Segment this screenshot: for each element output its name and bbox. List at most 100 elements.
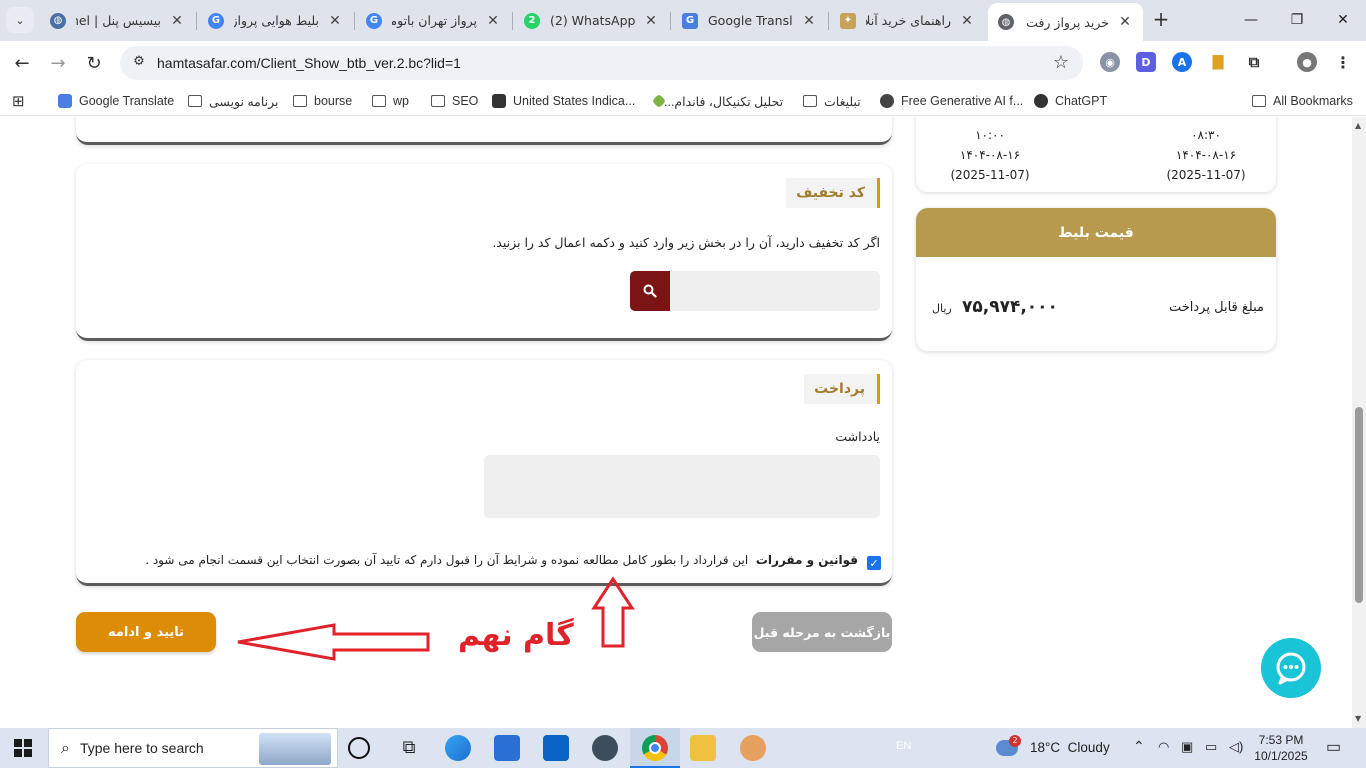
terms-text: این قرارداد را بطور کامل مطالعه نموده و … [145,553,749,567]
back-previous-step-button[interactable]: بازگشت به مرحله قبل [752,612,892,652]
close-icon[interactable]: ✕ [1117,14,1133,30]
search-icon: ⌕ [61,738,70,757]
bookmark-star-icon[interactable]: ☆ [1053,52,1069,73]
up-arrow-annotation-icon [591,576,635,648]
edge-icon[interactable] [445,735,471,761]
departure-info: ۰۸:۳۰ ۱۴۰۴-۰۸-۱۶ (2025-11-07) [1166,125,1246,185]
close-icon[interactable]: ✕ [801,13,817,29]
restore-icon[interactable]: ❐ [1274,0,1320,40]
d-extension-icon[interactable]: D [1136,52,1156,72]
minimize-icon[interactable]: — [1228,0,1274,40]
file-explorer-icon[interactable] [690,735,716,761]
notification-icon[interactable]: ▭ [1326,737,1341,757]
discount-code-input[interactable] [670,271,880,311]
terms-checkbox[interactable]: ✓ [867,556,881,570]
tab-title: (2) WhatsApp [550,13,635,28]
bookmark-technical-analysis[interactable]: تحلیل تکنیکال، فاندام... [647,91,787,111]
page-scrollbar[interactable]: ▲ ▼ [1352,117,1366,728]
terms-text-row: قوانین و مقررات این قرارداد را بطور کامل… [145,553,858,567]
bookmark-seo[interactable]: SEO [431,91,478,111]
close-icon[interactable]: ✕ [169,13,185,29]
discount-section-title: کد تخفیف [786,178,880,208]
payment-card: پرداخت یادداشت ✓ قوانین و مقررات این قرا… [76,360,892,586]
bookmark-wp[interactable]: wp [372,91,409,111]
price-card: قیمت بلیط مبلغ قابل پرداخت ۷۵,۹۷۴,۰۰۰ ری… [916,208,1276,351]
tab-online-guide[interactable]: ✦ راهنمای خرید آنلاین ✕ [830,4,985,37]
puzzle-icon[interactable]: ⧉ [1244,52,1264,72]
reload-icon[interactable]: ↻ [80,49,108,77]
wifi-icon[interactable]: ◠ [1158,739,1169,755]
bookmark-us-indicators[interactable]: United States Indica... [492,91,635,111]
chat-button[interactable] [1261,638,1321,698]
taskbar-search-box[interactable]: ⌕ Type here to search [48,728,338,768]
chat-icon [1276,652,1306,685]
terms-link[interactable]: قوانین و مقررات [756,553,858,567]
browser-toolbar: ← → ↻ ⚙ hamtasafar.com/Client_Show_btb_v… [0,41,1366,85]
windows-start-icon[interactable] [14,739,32,757]
search-highlight-image [259,733,331,765]
globe-icon: ◍ [50,12,66,29]
outlook-icon[interactable] [543,735,569,761]
chrome-taskbar-item[interactable] [630,728,680,768]
chatgpt-icon [1034,94,1048,108]
paint-icon[interactable] [740,735,766,761]
translate-extension-icon[interactable]: A [1172,52,1192,72]
chart-extension-icon[interactable]: ▇ [1208,52,1228,72]
apply-discount-button[interactable] [630,271,670,311]
avatar[interactable]: ● [1297,52,1317,72]
browser-tab-strip: ⌄ ◍ بیسیس پنل | anel ✕ G بلیط هوایی پروا… [0,0,1366,41]
payment-section-title: پرداخت [804,374,880,404]
bookmark-chatgpt[interactable]: ChatGPT [1034,91,1107,111]
bookmark-bourse[interactable]: bourse [293,91,352,111]
shield-extension-icon[interactable]: ◉ [1100,52,1120,72]
forward-arrow-icon[interactable]: → [44,49,72,77]
close-icon[interactable]: ✕ [959,13,975,29]
tab-divider [828,12,829,30]
flag-icon [492,94,506,108]
tab-buy-flight[interactable]: ◍ خرید پرواز رفت و ✕ [988,3,1143,41]
folder-icon [803,95,817,107]
all-bookmarks[interactable]: All Bookmarks [1252,91,1353,111]
new-tab-button[interactable]: + [1149,8,1173,32]
url-text[interactable]: hamtasafar.com/Client_Show_btb_ver.2.bc?… [157,55,461,71]
tab-google-translate[interactable]: G Google Translate ✕ [672,4,827,37]
address-bar[interactable]: ⚙ hamtasafar.com/Client_Show_btb_ver.2.b… [120,46,1083,80]
back-arrow-icon[interactable]: ← [8,49,36,77]
chrome-icon [642,735,668,761]
battery-icon[interactable]: ▭ [1205,739,1217,755]
bookmark-ads[interactable]: تبلیغات [803,91,861,111]
clock[interactable]: 7:53 PM 10/1/2025 [1253,732,1309,764]
close-window-icon[interactable]: ✕ [1320,0,1366,40]
close-icon[interactable]: ✕ [327,13,343,29]
google-icon: G [366,12,382,29]
chevron-up-icon[interactable]: ⌃ [1133,738,1145,755]
media-app-icon[interactable] [592,735,618,761]
store-icon[interactable] [494,735,520,761]
scroll-up-icon[interactable]: ▲ [1355,121,1361,130]
tab-whatsapp[interactable]: 2 (2) WhatsApp ✕ [514,4,669,37]
bookmark-google-translate[interactable]: Google Translate [58,91,174,111]
note-label: یادداشت [835,429,880,444]
google-icon: G [208,12,224,29]
task-view-icon[interactable]: ⧉ [396,735,422,761]
confirm-continue-button[interactable]: تایید و ادامه [76,612,216,652]
camera-icon[interactable]: ▣ [1181,739,1193,755]
bookmark-programming[interactable]: برنامه نویسی [188,91,279,111]
site-settings-icon[interactable]: ⚙ [130,54,148,72]
apps-grid-icon[interactable]: ⊞ [12,91,25,111]
scroll-down-icon[interactable]: ▼ [1355,714,1361,723]
language-indicator[interactable]: EN [896,740,911,752]
tab-tehran-batumi[interactable]: G پرواز تهران باتومی ✕ [356,4,511,37]
tab-search-button[interactable]: ⌄ [6,7,34,33]
note-textarea[interactable] [484,455,880,518]
tab-panel[interactable]: ◍ بیسیس پنل | anel ✕ [40,4,195,37]
bookmark-generative-ai[interactable]: Free Generative AI f... [880,91,1023,111]
more-menu-icon[interactable]: ⋮ [1333,52,1353,72]
close-icon[interactable]: ✕ [485,13,501,29]
tab-flight-ticket[interactable]: G بلیط هوایی پرواز ✕ [198,4,353,37]
cortana-icon[interactable] [348,737,370,759]
volume-icon[interactable]: ◁) [1229,739,1243,755]
scrollbar-thumb[interactable] [1355,407,1363,603]
weather-text[interactable]: 18°C Cloudy [1030,740,1110,755]
close-icon[interactable]: ✕ [643,13,659,29]
